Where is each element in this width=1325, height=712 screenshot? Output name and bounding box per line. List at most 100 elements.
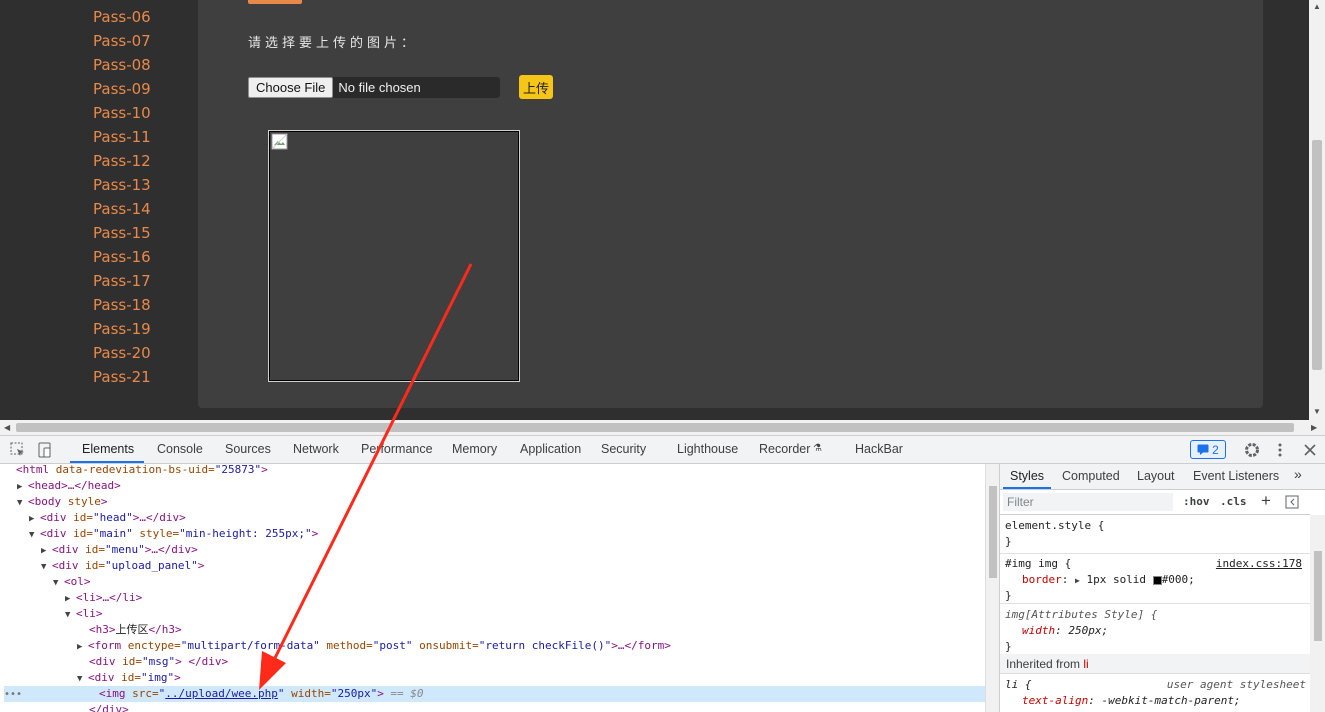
tab-elements[interactable]: Elements <box>82 442 134 456</box>
collapse-triangle-icon[interactable]: ▼ <box>65 607 76 623</box>
sidebar-item-pass-18[interactable]: Pass-18 <box>93 296 151 314</box>
more-tabs-chevron-icon[interactable]: » <box>1294 466 1302 482</box>
ellipsis-menu-icon[interactable]: ••• <box>4 687 99 703</box>
dom-node-img-selected[interactable]: ••• <img src="../upload/wee.php" width="2… <box>4 686 985 702</box>
dom-node-h3[interactable]: <h3>上传区</h3> <box>89 622 182 638</box>
page-horizontal-scrollbar[interactable]: ◀ ▶ <box>0 420 1325 435</box>
li-ua-rule: li { user agent stylesheet text-align: -… <box>1005 678 1306 707</box>
choose-file-button[interactable]: Choose File <box>248 77 334 98</box>
dom-node-ol[interactable]: ▼ <ol> <box>53 574 91 590</box>
issues-badge[interactable]: 2 <box>1190 440 1226 459</box>
active-tab-indicator <box>70 461 144 463</box>
tab-memory[interactable]: Memory <box>452 442 497 456</box>
styles-pane: Styles Computed Layout Event Listeners »… <box>999 464 1325 712</box>
hov-toggle[interactable]: :hov <box>1183 495 1210 508</box>
tab-event-listeners[interactable]: Event Listeners <box>1193 469 1279 483</box>
scroll-down-arrow-icon[interactable]: ▼ <box>1313 407 1321 416</box>
scrollbar-thumb[interactable] <box>1312 140 1322 370</box>
styles-filter-input[interactable]: Filter <box>1003 493 1173 511</box>
dom-node-div-msg[interactable]: <div id="msg"> </div> <box>89 654 228 670</box>
close-icon[interactable] <box>1301 441 1319 459</box>
sidebar-item-pass-17[interactable]: Pass-17 <box>93 272 151 290</box>
tab-network[interactable]: Network <box>293 442 339 456</box>
tab-styles[interactable]: Styles <box>1010 469 1044 483</box>
toggle-sidebar-icon[interactable] <box>1285 495 1299 509</box>
tab-hackbar[interactable]: HackBar <box>855 442 903 456</box>
dom-node-li-collapsed[interactable]: ▶ <li>…</li> <box>65 590 142 606</box>
tab-layout[interactable]: Layout <box>1137 469 1175 483</box>
dom-node-div-head[interactable]: ▶ <div id="head">…</div> <box>29 510 186 526</box>
page-vertical-scrollbar[interactable]: ▲ ▼ <box>1309 0 1325 420</box>
dom-node-div-img[interactable]: ▼ <div id="img"> <box>77 670 181 686</box>
tab-performance[interactable]: Performance <box>361 442 433 456</box>
scroll-right-arrow-icon[interactable]: ▶ <box>1311 423 1317 432</box>
sidebar-item-pass-15[interactable]: Pass-15 <box>93 224 151 242</box>
inspect-element-icon[interactable] <box>9 441 27 459</box>
expand-triangle-icon[interactable]: ▶ <box>1075 576 1080 585</box>
sidebar-item-pass-08[interactable]: Pass-08 <box>93 56 151 74</box>
expand-triangle-icon[interactable]: ▶ <box>41 543 52 559</box>
dom-tree-scrollbar[interactable] <box>985 464 999 712</box>
gear-icon[interactable] <box>1243 441 1261 459</box>
sidebar-item-pass-11[interactable]: Pass-11 <box>93 128 151 146</box>
more-options-icon[interactable] <box>1271 441 1289 459</box>
scrollbar-thumb[interactable] <box>989 486 997 578</box>
file-input[interactable]: Choose File No file chosen <box>248 77 500 98</box>
scrollbar-thumb[interactable] <box>16 423 1294 432</box>
collapse-triangle-icon[interactable]: ▼ <box>29 527 40 543</box>
tab-recorder[interactable]: Recorder <box>759 442 810 456</box>
collapse-triangle-icon[interactable]: ▼ <box>77 671 88 687</box>
device-toolbar-icon[interactable] <box>36 441 54 459</box>
collapse-triangle-icon[interactable]: ▼ <box>41 559 52 575</box>
inherited-li-link[interactable]: li <box>1083 657 1088 671</box>
tab-computed[interactable]: Computed <box>1062 469 1120 483</box>
sidebar-item-pass-12[interactable]: Pass-12 <box>93 152 151 170</box>
tab-security[interactable]: Security <box>601 442 646 456</box>
sidebar-item-pass-09[interactable]: Pass-09 <box>93 80 151 98</box>
browser-window: Pass-06 Pass-07 Pass-08 Pass-09 Pass-10 … <box>0 0 1325 712</box>
sidebar-item-pass-16[interactable]: Pass-16 <box>93 248 151 266</box>
collapse-triangle-icon[interactable]: ▼ <box>53 575 64 591</box>
collapse-triangle-icon[interactable]: ▼ <box>17 495 28 511</box>
sidebar-item-pass-07[interactable]: Pass-07 <box>93 32 151 50</box>
tab-sources[interactable]: Sources <box>225 442 271 456</box>
color-swatch[interactable] <box>1152 575 1162 585</box>
styles-tabbar: Styles Computed Layout Event Listeners » <box>1000 464 1325 490</box>
dom-node-li[interactable]: ▼ <li> <box>65 606 103 622</box>
scroll-left-arrow-icon[interactable]: ◀ <box>4 423 10 432</box>
upload-prompt: 请选择要上传的图片： <box>248 35 419 50</box>
dom-node-html[interactable]: <html data-redeviation-bs-uid="25873"> <box>16 464 268 478</box>
dom-node-div-main[interactable]: ▼ <div id="main" style="min-height: 255px… <box>29 526 318 542</box>
new-style-rule-icon[interactable]: + <box>1261 491 1271 511</box>
expand-triangle-icon[interactable]: ▶ <box>17 479 28 495</box>
tab-lighthouse[interactable]: Lighthouse <box>677 442 738 456</box>
expand-triangle-icon[interactable]: ▶ <box>77 639 88 655</box>
sidebar-item-pass-13[interactable]: Pass-13 <box>93 176 151 194</box>
scrollbar-thumb[interactable] <box>1314 551 1322 641</box>
dom-node-head[interactable]: ▶ <head>…</head> <box>17 478 121 494</box>
sidebar-item-pass-21[interactable]: Pass-21 <box>93 368 151 386</box>
sidebar-item-pass-14[interactable]: Pass-14 <box>93 200 151 218</box>
sidebar-item-pass-20[interactable]: Pass-20 <box>93 344 151 362</box>
sidebar-item-pass-10[interactable]: Pass-10 <box>93 104 151 122</box>
expand-triangle-icon[interactable]: ▶ <box>65 591 76 607</box>
element-style-rule: element.style { } <box>1000 516 1310 554</box>
dom-node-div-upload-panel[interactable]: ▼ <div id="upload_panel"> <box>41 558 204 574</box>
css-source-link[interactable]: index.css:178 <box>1216 557 1302 570</box>
upload-button[interactable]: 上传 <box>519 75 553 99</box>
img-attributes-style-rule: img[Attributes Style] { width: 250px; } <box>1005 608 1158 653</box>
styles-scrollbar[interactable] <box>1310 515 1325 712</box>
cls-toggle[interactable]: .cls <box>1220 495 1247 508</box>
tab-application[interactable]: Application <box>520 442 581 456</box>
scroll-up-arrow-icon[interactable]: ▲ <box>1313 2 1321 11</box>
expand-triangle-icon[interactable]: ▶ <box>29 511 40 527</box>
styles-filter-bar: Filter :hov .cls + <box>1000 491 1310 515</box>
dom-node-body[interactable]: ▼ <body style> <box>17 494 108 510</box>
sidebar-item-pass-19[interactable]: Pass-19 <box>93 320 151 338</box>
img-src-link[interactable]: ../upload/wee.php <box>165 687 278 700</box>
dom-node-div-close[interactable]: </div> <box>89 702 129 712</box>
dom-node-div-menu[interactable]: ▶ <div id="menu">…</div> <box>41 542 198 558</box>
tab-console[interactable]: Console <box>157 442 203 456</box>
sidebar-item-pass-06[interactable]: Pass-06 <box>93 8 151 26</box>
dom-node-form[interactable]: ▶ <form enctype="multipart/form-data" met… <box>77 638 671 654</box>
